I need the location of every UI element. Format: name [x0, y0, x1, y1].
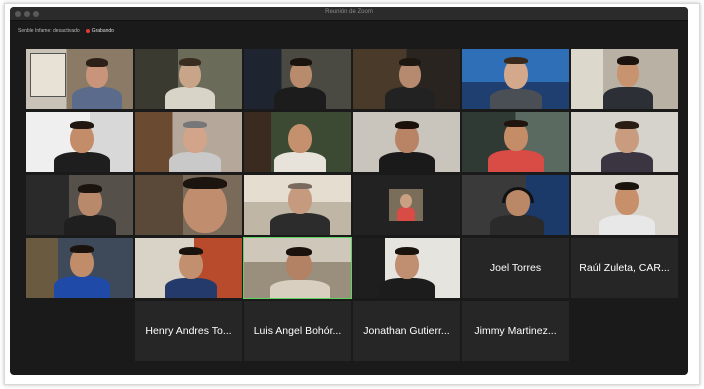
- video-tile[interactable]: [462, 49, 569, 109]
- video-tile[interactable]: [244, 112, 351, 172]
- video-tile[interactable]: [571, 49, 678, 109]
- zoom-meeting-window: Reunión de Zoom Senble Infame: desactiva…: [10, 7, 688, 375]
- video-tile[interactable]: [571, 175, 678, 235]
- participant-name: Henry Andres To...: [145, 325, 232, 337]
- recording-dot-icon: [85, 29, 90, 33]
- recording-label: Grabando: [91, 28, 114, 34]
- video-tile-paused[interactable]: [353, 175, 460, 235]
- participant-name-tile[interactable]: Jonathan Gutierr...: [353, 301, 460, 361]
- recording-indicator[interactable]: Grabando: [85, 28, 114, 34]
- video-tile[interactable]: [135, 112, 242, 172]
- video-tile[interactable]: [353, 112, 460, 172]
- video-tile[interactable]: [26, 175, 133, 235]
- video-tile[interactable]: [571, 112, 678, 172]
- meeting-info-bar: Senble Infame: desactivado Grabando: [18, 25, 114, 37]
- participant-name-tile[interactable]: Jimmy Martinez...: [462, 301, 569, 361]
- video-tile[interactable]: [135, 49, 242, 109]
- participant-name: Luis Angel Bohór...: [253, 325, 342, 337]
- participant-name: Joel Torres: [489, 262, 542, 274]
- video-tile[interactable]: [26, 238, 133, 298]
- video-tile[interactable]: [135, 238, 242, 298]
- video-tile[interactable]: [26, 112, 133, 172]
- window-title: Reunión de Zoom: [325, 9, 373, 15]
- video-tile[interactable]: [26, 49, 133, 109]
- participant-name: Jimmy Martinez...: [474, 325, 557, 337]
- active-speaker-tile[interactable]: [243, 237, 352, 299]
- video-tile[interactable]: [244, 175, 351, 235]
- video-tile[interactable]: [135, 175, 242, 235]
- participant-name-tile[interactable]: Joel Torres: [462, 238, 569, 298]
- participant-name: Raúl Zuleta, CAR...: [579, 262, 670, 274]
- video-tile[interactable]: [462, 112, 569, 172]
- participant-thumbnail: [389, 189, 423, 221]
- video-tile[interactable]: [353, 238, 460, 298]
- video-tile[interactable]: [353, 49, 460, 109]
- video-tile[interactable]: [244, 49, 351, 109]
- participant-name: Jonathan Gutierr...: [363, 325, 450, 337]
- participant-name-tile[interactable]: Henry Andres To...: [135, 301, 242, 361]
- view-status-label: Senble Infame: desactivado: [18, 28, 80, 34]
- title-bar: Reunión de Zoom: [10, 7, 688, 21]
- participant-name-tile[interactable]: Raúl Zuleta, CAR...: [571, 238, 678, 298]
- participant-name-tile[interactable]: Luis Angel Bohór...: [244, 301, 351, 361]
- video-tile[interactable]: [462, 175, 569, 235]
